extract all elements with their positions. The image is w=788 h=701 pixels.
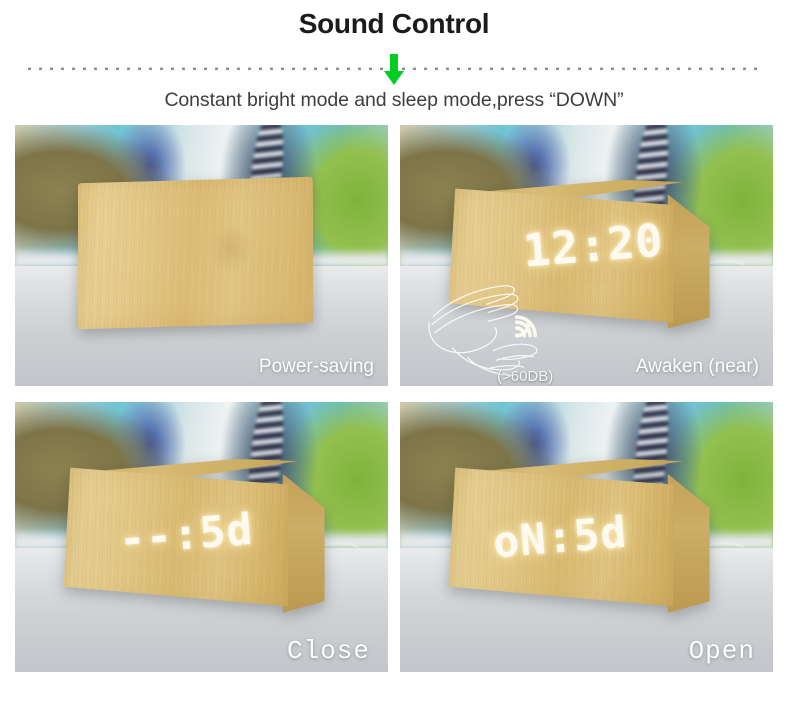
db-threshold-label: (>60DB)	[496, 368, 554, 385]
panel-caption-power-saving: Power-saving	[258, 356, 374, 377]
page-title: Sound Control	[298, 8, 490, 39]
led-display-awaken: 12:20	[521, 213, 666, 278]
arrow-down-icon	[382, 54, 406, 88]
panel-caption-open: Open	[688, 636, 755, 666]
led-display-open: oN:5d	[491, 507, 630, 568]
panel-caption-awaken-near: Awaken (near)	[635, 356, 759, 377]
clock-body-flat	[78, 176, 314, 330]
panel-power-saving: Power-saving	[15, 125, 388, 386]
panel-open: oN:5d Open	[400, 402, 773, 672]
panel-grid: Power-saving 12:20 (>60DB) Awaken (near)…	[15, 125, 773, 672]
panel-awaken-near: 12:20 (>60DB) Awaken (near)	[400, 125, 773, 386]
instruction-text: Constant bright mode and sleep mode,pres…	[164, 89, 624, 111]
panel-caption-close: Close	[286, 636, 370, 666]
wood-grain	[78, 176, 314, 330]
panel-close: --:5d Close	[15, 402, 388, 672]
sound-wave-icon	[510, 303, 544, 345]
